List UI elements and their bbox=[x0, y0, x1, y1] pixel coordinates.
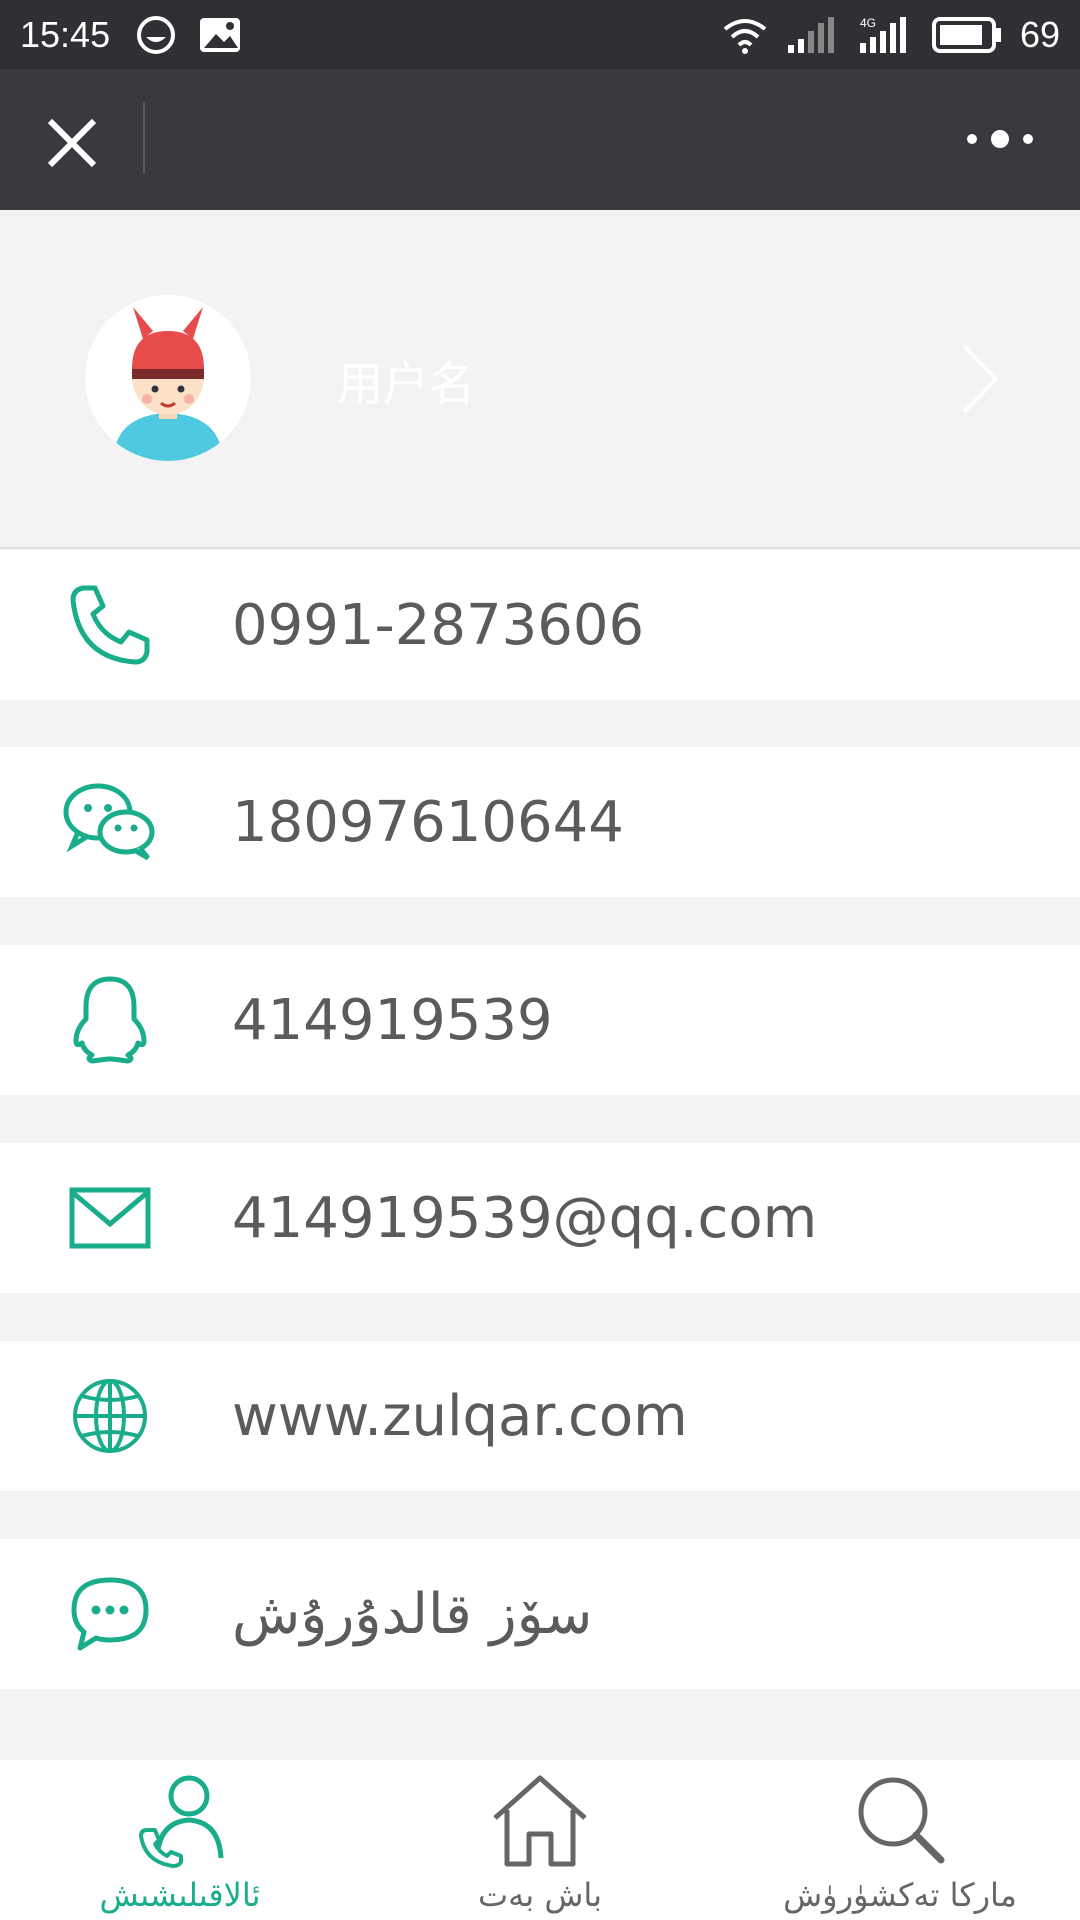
contact-row-website[interactable]: www.zulqar.com bbox=[0, 1341, 1080, 1491]
contact-value-wechat: 18097610644 bbox=[232, 789, 624, 855]
contact-icon bbox=[139, 1775, 224, 1868]
username: 用户名 bbox=[337, 357, 475, 411]
status-bar: 15:45 4G 69 bbox=[0, 0, 1080, 69]
network-label: 4G bbox=[860, 16, 876, 30]
status-time: 15:45 bbox=[20, 13, 111, 55]
phone-icon bbox=[60, 575, 160, 675]
nav-label-contact: ئالاقىلىشىش bbox=[99, 1876, 261, 1914]
contact-value-message: سۆز قالدۇرۇش bbox=[232, 1581, 593, 1647]
chevron-right-icon[interactable] bbox=[960, 342, 1000, 416]
contact-value-email: 414919539@qq.com bbox=[232, 1185, 818, 1251]
qq-icon bbox=[60, 970, 160, 1070]
wifi-icon bbox=[723, 18, 767, 54]
profile-header[interactable]: 用户名 bbox=[0, 210, 1080, 549]
contact-row-message[interactable]: سۆز قالدۇرۇش bbox=[0, 1539, 1080, 1689]
contact-row-wechat[interactable]: 18097610644 bbox=[0, 747, 1080, 897]
contact-value-qq: 414919539 bbox=[232, 987, 553, 1053]
message-icon bbox=[60, 1564, 160, 1664]
battery-icon bbox=[931, 16, 1001, 53]
contact-value-website: www.zulqar.com bbox=[232, 1383, 688, 1449]
face-icon bbox=[137, 15, 176, 54]
wechat-icon bbox=[60, 772, 160, 872]
home-icon bbox=[493, 1775, 587, 1867]
mail-icon bbox=[60, 1168, 160, 1268]
nav-label-home: باش بەت bbox=[477, 1876, 603, 1914]
avatar[interactable] bbox=[85, 295, 251, 461]
signal-4g-icon: 4G bbox=[859, 16, 906, 53]
contact-row-email[interactable]: 414919539@qq.com bbox=[0, 1143, 1080, 1293]
contact-value-phone: 0991-2873606 bbox=[232, 592, 645, 658]
contact-row-qq[interactable]: 414919539 bbox=[0, 945, 1080, 1095]
globe-icon bbox=[60, 1366, 160, 1466]
more-icon[interactable] bbox=[950, 119, 1050, 159]
nav-item-contact[interactable]: ئالاقىلىشىش bbox=[0, 1760, 360, 1920]
avatar-image bbox=[113, 307, 223, 461]
battery-level: 69 bbox=[1019, 13, 1060, 55]
image-icon bbox=[200, 17, 241, 52]
title-divider bbox=[143, 102, 145, 174]
nav-item-home[interactable]: باش بەت bbox=[360, 1760, 720, 1920]
bottom-nav: ئالاقىلىشىش باش بەت ماركا تەكشۈرۈش bbox=[0, 1760, 1080, 1920]
title-bar bbox=[0, 69, 1080, 210]
contact-row-phone[interactable]: 0991-2873606 bbox=[0, 550, 1080, 700]
search-icon bbox=[858, 1777, 945, 1864]
nav-label-search: ماركا تەكشۈرۈش bbox=[783, 1876, 1017, 1914]
close-icon[interactable] bbox=[40, 111, 104, 175]
nav-item-search[interactable]: ماركا تەكشۈرۈش bbox=[720, 1760, 1080, 1920]
signal-icon bbox=[787, 16, 834, 53]
